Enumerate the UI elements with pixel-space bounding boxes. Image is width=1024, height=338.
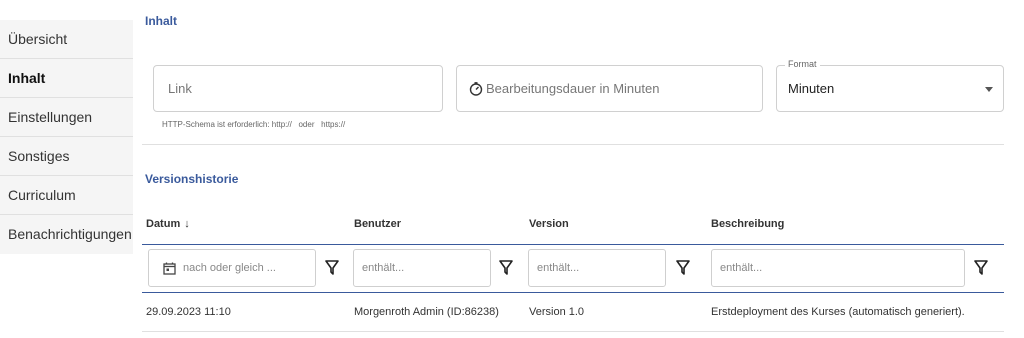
column-header-beschreibung[interactable]: Beschreibung — [711, 218, 784, 230]
filter-datum-placeholder: nach oder gleich ... — [183, 262, 276, 274]
filter-row-divider — [142, 292, 1004, 293]
filter-icon[interactable] — [974, 260, 988, 276]
filter-version-placeholder: enthält... — [537, 262, 580, 274]
column-header-benutzer[interactable]: Benutzer — [354, 218, 401, 230]
section-title-inhalt: Inhalt — [145, 14, 177, 28]
link-input[interactable]: Link — [153, 65, 443, 112]
cell-benutzer: Morgenroth Admin (ID:86238) — [354, 306, 499, 318]
sidebar-item-einstellungen[interactable]: Einstellungen — [0, 98, 133, 137]
sidebar-item-inhalt[interactable]: Inhalt — [0, 59, 133, 98]
duration-input[interactable]: Bearbeitungsdauer in Minuten — [456, 65, 763, 112]
link-hint: HTTP-Schema ist erforderlich: http:// od… — [162, 120, 346, 129]
duration-placeholder: Bearbeitungsdauer in Minuten — [486, 81, 660, 96]
column-header-version[interactable]: Version — [529, 218, 569, 230]
cell-beschreibung: Erstdeployment des Kurses (automatisch g… — [711, 306, 965, 318]
filter-icon[interactable] — [325, 260, 339, 276]
divider — [142, 144, 1004, 145]
column-header-datum[interactable]: Datum ↓ — [146, 218, 190, 230]
table-header-divider — [142, 244, 1004, 245]
filter-beschreibung-input[interactable]: enthält... — [711, 249, 965, 287]
format-label: Format — [785, 59, 820, 69]
filter-beschreibung-placeholder: enthält... — [720, 262, 763, 274]
sort-arrow-icon: ↓ — [184, 218, 190, 230]
filter-version-input[interactable]: enthält... — [528, 249, 666, 287]
format-value: Minuten — [788, 81, 835, 96]
chevron-down-icon — [985, 87, 993, 92]
filter-icon[interactable] — [676, 260, 690, 276]
cell-datum: 29.09.2023 11:10 — [146, 306, 231, 318]
sidebar-item-uebersicht[interactable]: Übersicht — [0, 20, 133, 59]
format-select[interactable]: Format Minuten — [776, 59, 1004, 112]
link-placeholder: Link — [168, 81, 192, 96]
sidebar-item-curriculum[interactable]: Curriculum — [0, 176, 133, 215]
sidebar-item-benachrichtigungen[interactable]: Benachrichtigungen — [0, 215, 133, 254]
calendar-icon — [163, 262, 176, 275]
filter-datum-input[interactable]: nach oder gleich ... — [148, 249, 316, 287]
cell-version: Version 1.0 — [529, 306, 585, 318]
filter-benutzer-input[interactable]: enthält... — [353, 249, 491, 287]
filter-icon[interactable] — [499, 260, 513, 276]
column-header-datum-label: Datum — [146, 218, 181, 230]
sidebar-item-sonstiges[interactable]: Sonstiges — [0, 137, 133, 176]
sidebar: Übersicht Inhalt Einstellungen Sonstiges… — [0, 20, 133, 254]
section-title-versionshistorie: Versionshistorie — [145, 172, 239, 186]
timer-icon — [469, 82, 483, 96]
filter-benutzer-placeholder: enthält... — [362, 262, 405, 274]
main-content: Inhalt Link Bearbeitungsdauer in Minuten… — [142, 0, 1004, 338]
row-divider — [142, 331, 1004, 332]
